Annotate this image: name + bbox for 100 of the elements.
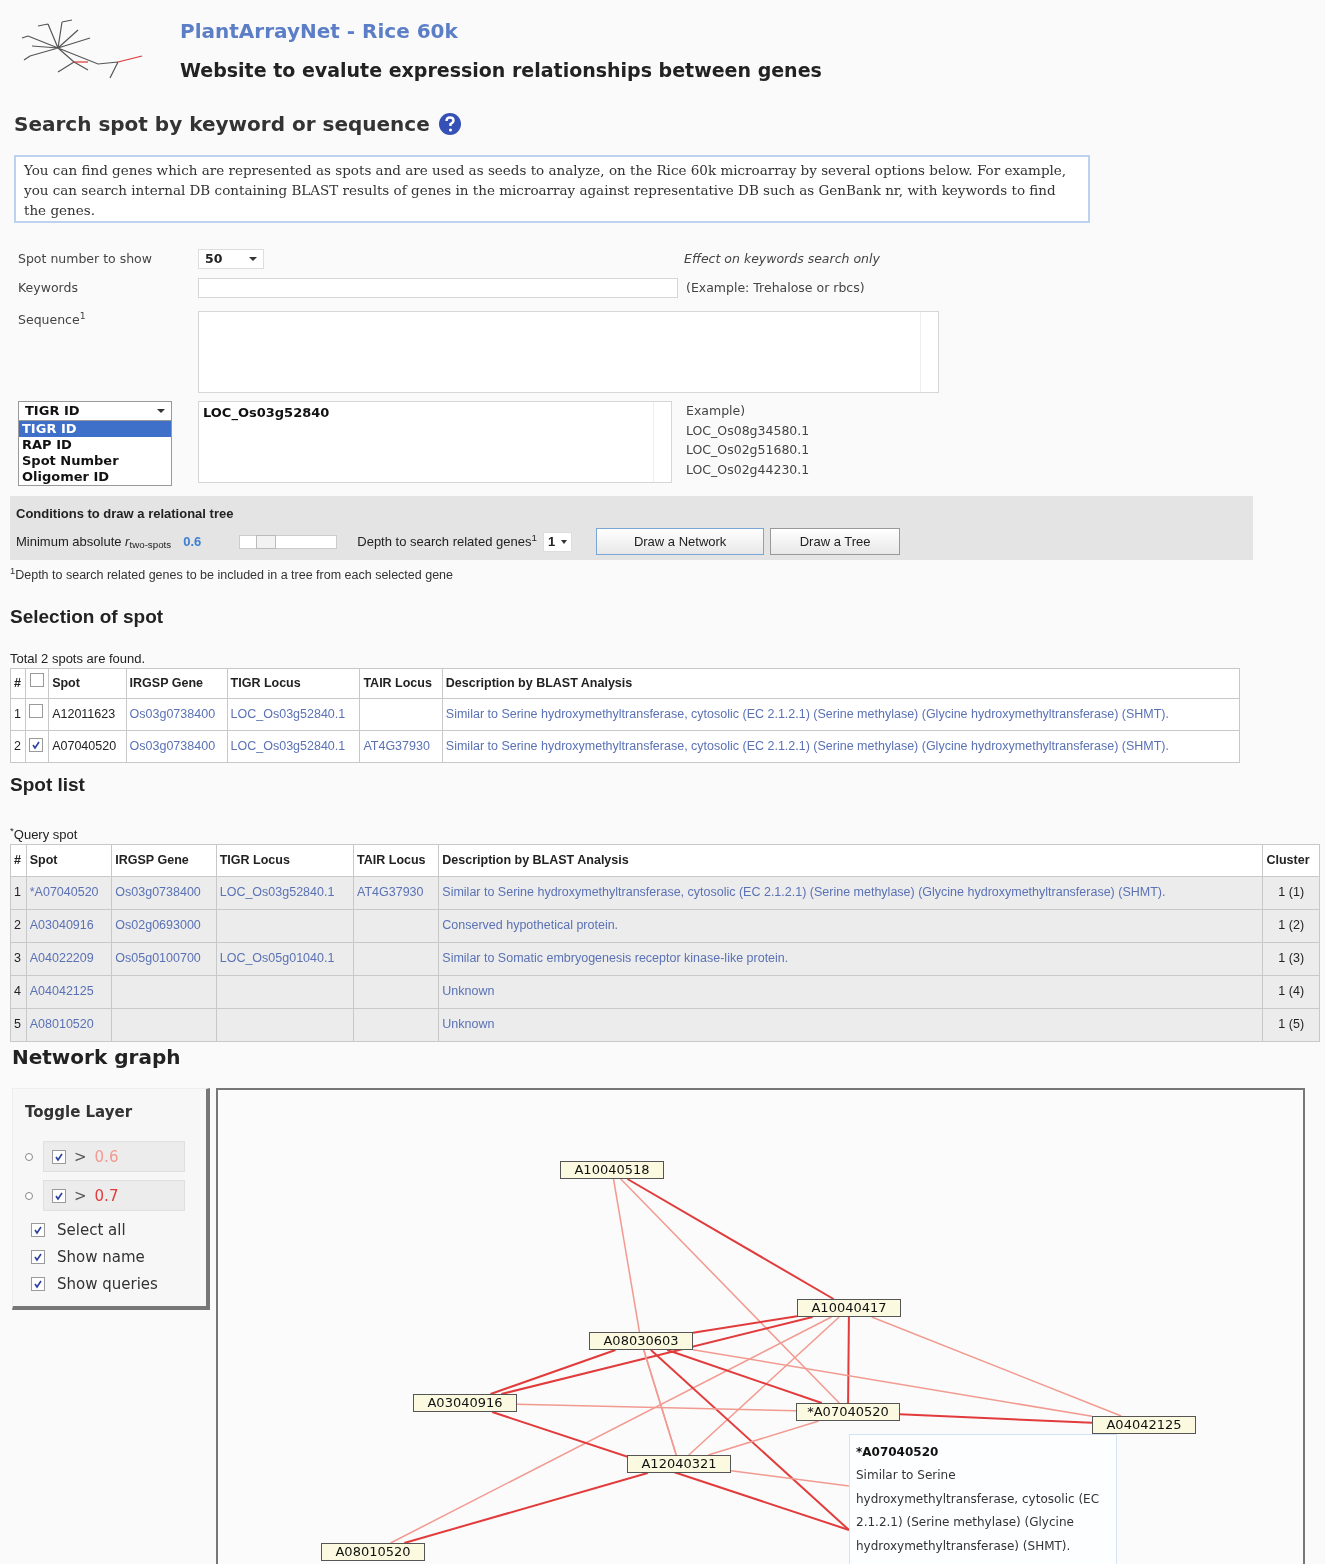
table-cell[interactable]: Unknown bbox=[442, 1017, 495, 1032]
table-cell[interactable]: Conserved hypothetical protein. bbox=[442, 918, 619, 933]
option-label: Select all bbox=[57, 1219, 126, 1241]
column-header: IRGSP Gene bbox=[115, 852, 189, 867]
slider-thumb[interactable] bbox=[255, 534, 276, 549]
column-header: IRGSP Gene bbox=[129, 675, 203, 690]
table-cell[interactable]: Similar to Somatic embryogenesis receptor kinase-like protein. bbox=[442, 951, 789, 966]
table-cell: 1 (3) bbox=[1278, 951, 1305, 966]
table-cell: 3 bbox=[14, 951, 21, 966]
example-text: LOC_Os02g51680.1 bbox=[686, 441, 810, 459]
site-subtitle: Website to evalute expression relationships between genes bbox=[180, 58, 822, 83]
checkbox[interactable] bbox=[31, 1249, 45, 1264]
select-all-checkbox[interactable] bbox=[30, 673, 45, 688]
option-label: Show name bbox=[57, 1246, 145, 1268]
column-header: TIGR Locus bbox=[230, 675, 301, 690]
example-text: LOC_Os02g44230.1 bbox=[686, 460, 810, 479]
footnote: $^{1}$Depth to search related genes to be included in a tree from each selected gene bbox=[9, 566, 454, 584]
table-cell: A07040520 bbox=[52, 738, 117, 753]
column-header: TAIR Locus bbox=[363, 675, 432, 690]
dropdown-option[interactable]: Spot Number bbox=[19, 453, 171, 469]
table-cell: 2 bbox=[14, 918, 21, 933]
dropdown-option[interactable]: RAP ID bbox=[19, 437, 171, 453]
layer-toggle[interactable]: > 0.7 bbox=[43, 1180, 185, 1212]
threshold-label: Minimum absolute r$_{two-spots}$ bbox=[16, 532, 172, 552]
column-header: # bbox=[14, 852, 21, 867]
table-cell: 1 bbox=[14, 885, 21, 900]
example-text: LOC_Os08g34580.1 bbox=[686, 421, 810, 440]
field-example: (Example: Trehalose or rbcs) bbox=[686, 278, 865, 297]
column-header: TAIR Locus bbox=[357, 852, 426, 867]
threshold-slider[interactable] bbox=[239, 534, 338, 549]
table-cell: 1 (1) bbox=[1278, 885, 1305, 900]
section-heading: Selection of spot bbox=[10, 604, 165, 629]
spot-number-select[interactable]: 50 bbox=[198, 249, 264, 269]
node-label[interactable]: A08010520 bbox=[321, 1542, 425, 1561]
comparison-symbol: > bbox=[74, 1146, 87, 1168]
id-input-field[interactable]: LOC_Os03g52840 bbox=[198, 401, 672, 483]
layer-threshold: 0.6 bbox=[94, 1146, 119, 1168]
help-icon[interactable] bbox=[437, 112, 462, 136]
field-label: Spot number to show bbox=[17, 249, 153, 268]
column-header: Description by BLAST Analysis bbox=[445, 675, 633, 690]
depth-select[interactable]: 1 bbox=[542, 531, 573, 552]
table-cell: 2 bbox=[14, 738, 21, 753]
caret-icon bbox=[157, 409, 165, 413]
section-heading: Spot list bbox=[10, 772, 86, 797]
radio-button[interactable] bbox=[25, 1152, 33, 1161]
tooltip-title: *A07040520 bbox=[856, 1443, 940, 1461]
table-cell[interactable]: Unknown bbox=[442, 984, 495, 999]
radio-button[interactable] bbox=[25, 1191, 33, 1200]
panel-title: Conditions to draw a relational tree bbox=[16, 505, 235, 523]
field-label: Keywords bbox=[17, 278, 79, 297]
depth-label: Depth to search related genes$^{1}$ bbox=[357, 531, 537, 551]
row-checkbox[interactable] bbox=[29, 704, 44, 719]
site-title: PlantArrayNet - Rice 60k bbox=[180, 18, 459, 45]
column-header: # bbox=[14, 675, 21, 690]
node-label[interactable]: A10040417 bbox=[797, 1298, 901, 1317]
column-header: Description by BLAST Analysis bbox=[442, 852, 629, 867]
field-note: Effect on keywords search only bbox=[684, 249, 880, 268]
checkbox[interactable] bbox=[31, 1276, 45, 1291]
table-cell: 1 bbox=[14, 706, 21, 721]
legend-note: $^{*}$Query spot bbox=[10, 824, 79, 844]
panel-title: Toggle Layer bbox=[25, 1101, 134, 1123]
option-label: Show queries bbox=[57, 1273, 158, 1295]
node-label[interactable]: A08030603 bbox=[589, 1331, 693, 1350]
threshold-value: 0.6 bbox=[183, 532, 202, 551]
row-checkbox[interactable] bbox=[29, 737, 44, 752]
column-header: Spot bbox=[52, 675, 80, 690]
node-label[interactable]: A10040518 bbox=[560, 1160, 664, 1179]
draw-button[interactable]: Draw a Network bbox=[596, 528, 765, 555]
node-label[interactable]: A12040321 bbox=[627, 1454, 731, 1473]
table-cell: 1 (2) bbox=[1278, 918, 1305, 933]
sequence-field[interactable] bbox=[198, 311, 939, 393]
id-type-dropdown[interactable]: TIGR ID bbox=[18, 401, 172, 421]
checkbox[interactable] bbox=[31, 1222, 45, 1237]
checkbox[interactable] bbox=[52, 1149, 66, 1164]
node-label[interactable]: A03040916 bbox=[413, 1393, 517, 1412]
example-text: Example) bbox=[686, 402, 747, 420]
column-header: TIGR Locus bbox=[219, 852, 290, 867]
table-cell: 1 (4) bbox=[1278, 984, 1305, 999]
table-cell: 4 bbox=[14, 984, 21, 999]
field-label: Sequence$^{1}$ bbox=[17, 311, 87, 329]
comparison-symbol: > bbox=[74, 1185, 87, 1207]
node-label[interactable]: A04042125 bbox=[1092, 1415, 1196, 1434]
section-heading: Search spot by keyword or sequence bbox=[14, 111, 430, 138]
column-header: Cluster bbox=[1266, 852, 1310, 867]
tooltip-text: Similar to Serine hydroxymethyltransferase, cytosolic (EC 2.1.2.1) (Serine methylase) (Glycine hydroxymethyltransferase) (SHMT). bbox=[856, 1467, 1101, 1555]
table-cell: 1 (5) bbox=[1278, 1017, 1305, 1032]
dropdown-option[interactable]: Oligomer ID bbox=[19, 469, 171, 485]
dropdown-option[interactable]: TIGR ID bbox=[19, 421, 171, 437]
draw-button[interactable]: Draw a Tree bbox=[770, 528, 901, 555]
description-box: You can find genes which are represented as spots and are used as seeds to analyze, on the Rice 60k microarray by several options below. For example, you can search internal DB containing BLAST results of genes in the microarray against representative DB such as GenBank nr, with keywords to find the genes. bbox=[14, 155, 1090, 223]
layer-threshold: 0.7 bbox=[94, 1185, 119, 1207]
column-header: Spot bbox=[29, 852, 58, 867]
table-cell: A12011623 bbox=[52, 706, 116, 721]
caret-icon bbox=[561, 539, 568, 544]
caret-icon bbox=[249, 257, 257, 261]
keywords-field[interactable] bbox=[198, 278, 678, 298]
table-cell: 5 bbox=[14, 1017, 21, 1032]
node-label[interactable]: *A07040520 bbox=[796, 1402, 900, 1421]
checkbox[interactable] bbox=[52, 1188, 66, 1203]
layer-toggle[interactable]: > 0.6 bbox=[43, 1141, 185, 1173]
